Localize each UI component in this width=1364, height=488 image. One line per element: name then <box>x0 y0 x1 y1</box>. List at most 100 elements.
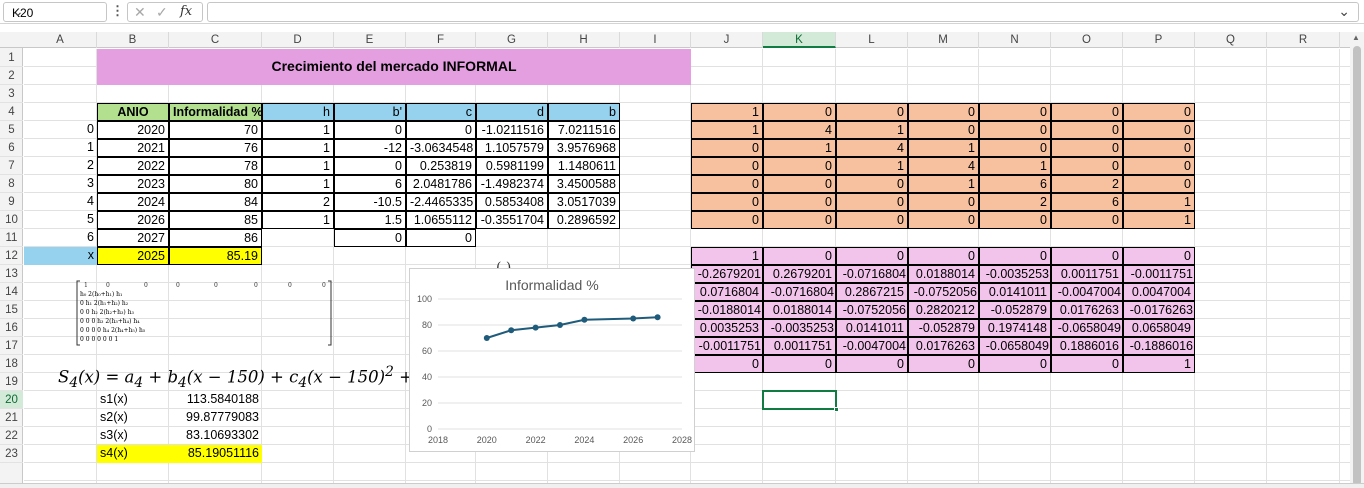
row-header-3[interactable]: 3 <box>0 85 23 103</box>
spline-value[interactable]: 83.10693302 <box>169 427 262 445</box>
selected-cell-k20[interactable] <box>762 390 839 412</box>
matrix-a-cell[interactable]: 0 <box>763 211 836 229</box>
cell-bprime[interactable]: 0 <box>334 229 406 247</box>
cell-bprime[interactable]: 0 <box>334 121 406 139</box>
matrix-a-cell[interactable]: 0 <box>1051 211 1123 229</box>
row-header-23[interactable]: 23 <box>0 445 23 463</box>
matrix-inv-cell[interactable]: -0.0716804 <box>763 283 836 301</box>
cell-c[interactable]: 2.0481786 <box>406 175 476 193</box>
matrix-a-cell[interactable]: 6 <box>979 175 1051 193</box>
row-header-5[interactable]: 5 <box>0 121 23 139</box>
cell-h[interactable]: 1 <box>262 121 334 139</box>
scroll-up-icon[interactable]: ▲ <box>1352 33 1360 42</box>
row-header-9[interactable]: 9 <box>0 193 23 211</box>
cell-informalidad[interactable]: 70 <box>169 121 262 139</box>
cell-bprime[interactable]: 0 <box>334 157 406 175</box>
cell-anio[interactable]: 2020 <box>97 121 169 139</box>
matrix-inv-cell[interactable]: -0.2679201 <box>691 265 763 283</box>
matrix-a-cell[interactable]: 0 <box>1123 121 1195 139</box>
name-box[interactable]: K20 ⌄ <box>3 2 107 22</box>
matrix-a-cell[interactable]: 0 <box>1051 157 1123 175</box>
matrix-a-cell[interactable]: 0 <box>979 121 1051 139</box>
matrix-a-cell[interactable]: 0 <box>908 121 979 139</box>
cell-informalidad[interactable]: 84 <box>169 193 262 211</box>
matrix-a-cell[interactable]: 0 <box>691 175 763 193</box>
spline-label[interactable]: s1(x) <box>97 391 169 409</box>
column-header-r[interactable]: R <box>1267 32 1340 48</box>
matrix-a-cell[interactable]: 0 <box>691 157 763 175</box>
row-header-22[interactable]: 22 <box>0 427 23 445</box>
cancel-icon[interactable]: ✕ <box>134 4 146 21</box>
check-icon[interactable]: ✓ <box>156 4 168 21</box>
matrix-inv-cell[interactable]: -0.0752056 <box>836 301 908 319</box>
column-header-c[interactable]: C <box>169 32 262 48</box>
row-header-13[interactable]: 13 <box>0 265 23 283</box>
cell-informalidad[interactable]: 78 <box>169 157 262 175</box>
fill-handle[interactable] <box>834 407 839 412</box>
line-chart[interactable]: Informalidad % 0 20 40 60 80 100 2018 2020 2022 20… <box>409 268 695 452</box>
matrix-inv-cell[interactable]: 0 <box>1051 355 1123 373</box>
cell-bprime[interactable]: -10.5 <box>334 193 406 211</box>
column-header-q[interactable]: Q <box>1195 32 1267 48</box>
matrix-inv-cell[interactable]: 0.2679201 <box>763 265 836 283</box>
matrix-inv-cell[interactable]: -0.0716804 <box>836 265 908 283</box>
column-header-o[interactable]: O <box>1051 32 1123 48</box>
cell-b[interactable]: 3.9576968 <box>548 139 620 157</box>
matrix-inv-cell[interactable]: 0 <box>908 247 979 265</box>
cell-c[interactable]: 1.0655112 <box>406 211 476 229</box>
row-header-7[interactable]: 7 <box>0 157 23 175</box>
cell-bprime[interactable]: 1.5 <box>334 211 406 229</box>
matrix-inv-cell[interactable]: 0.0176263 <box>1051 301 1123 319</box>
matrix-a-cell[interactable]: 0 <box>836 211 908 229</box>
matrix-a-cell[interactable]: 1 <box>691 103 763 121</box>
matrix-a-cell[interactable]: 4 <box>763 121 836 139</box>
column-header-a[interactable]: A <box>24 32 97 48</box>
matrix-a-cell[interactable]: 6 <box>1051 193 1123 211</box>
fx-button[interactable]: fx <box>180 4 192 19</box>
cell-c[interactable]: 0 <box>406 121 476 139</box>
matrix-inv-cell[interactable]: 0.0141011 <box>979 283 1051 301</box>
cell-bprime[interactable]: 6 <box>334 175 406 193</box>
cell-h[interactable]: 1 <box>262 139 334 157</box>
matrix-a-cell[interactable]: 0 <box>1123 103 1195 121</box>
matrix-inv-cell[interactable]: 0.0011751 <box>763 337 836 355</box>
matrix-inv-cell[interactable]: 0 <box>1123 247 1195 265</box>
column-header-h[interactable]: H <box>548 32 620 48</box>
matrix-inv-cell[interactable]: 0.0011751 <box>1051 265 1123 283</box>
matrix-a-cell[interactable]: 0 <box>1051 139 1123 157</box>
spline-label[interactable]: s3(x) <box>97 427 169 445</box>
row-header-20[interactable]: 20 <box>0 391 23 409</box>
matrix-a-cell[interactable]: 0 <box>691 139 763 157</box>
row-header-19[interactable]: 19 <box>0 373 23 391</box>
cell-d[interactable]: -1.4982374 <box>476 175 548 193</box>
cell-c[interactable]: -2.4465335 <box>406 193 476 211</box>
matrix-inv-cell[interactable]: 0.2820212 <box>908 301 979 319</box>
spline-value[interactable]: 113.5840188 <box>169 391 262 409</box>
matrix-a-cell[interactable]: 0 <box>836 193 908 211</box>
matrix-inv-cell[interactable]: -0.1886016 <box>1123 337 1195 355</box>
matrix-inv-cell[interactable]: 0.0141011 <box>836 319 908 337</box>
matrix-inv-cell[interactable]: 0.2867215 <box>836 283 908 301</box>
row-index[interactable]: 1 <box>24 139 97 157</box>
cell-d[interactable]: -1.0211516 <box>476 121 548 139</box>
column-header-p[interactable]: P <box>1123 32 1195 48</box>
matrix-a-cell[interactable]: 4 <box>908 157 979 175</box>
matrix-a-cell[interactable]: 1 <box>979 157 1051 175</box>
cell-c[interactable]: 0 <box>406 229 476 247</box>
matrix-inv-cell[interactable]: -0.0011751 <box>1123 265 1195 283</box>
matrix-a-cell[interactable]: 0 <box>908 193 979 211</box>
matrix-inv-cell[interactable]: 0 <box>979 355 1051 373</box>
row-header-2[interactable]: 2 <box>0 67 23 85</box>
matrix-a-cell[interactable]: 1 <box>836 121 908 139</box>
cell-x-anio[interactable]: 2025 <box>97 247 169 265</box>
spline-value[interactable]: 85.19051116 <box>169 445 262 463</box>
cell-informalidad[interactable]: 86 <box>169 229 262 247</box>
matrix-a-cell[interactable]: 0 <box>979 103 1051 121</box>
cell-h[interactable]: 1 <box>262 211 334 229</box>
column-header-k[interactable]: K <box>763 32 836 48</box>
cell-anio[interactable]: 2024 <box>97 193 169 211</box>
row-header-8[interactable]: 8 <box>0 175 23 193</box>
row-index[interactable]: 6 <box>24 229 97 247</box>
expand-formula-icon[interactable]: ⌄ <box>1338 3 1350 20</box>
matrix-a-cell[interactable]: 0 <box>1123 139 1195 157</box>
